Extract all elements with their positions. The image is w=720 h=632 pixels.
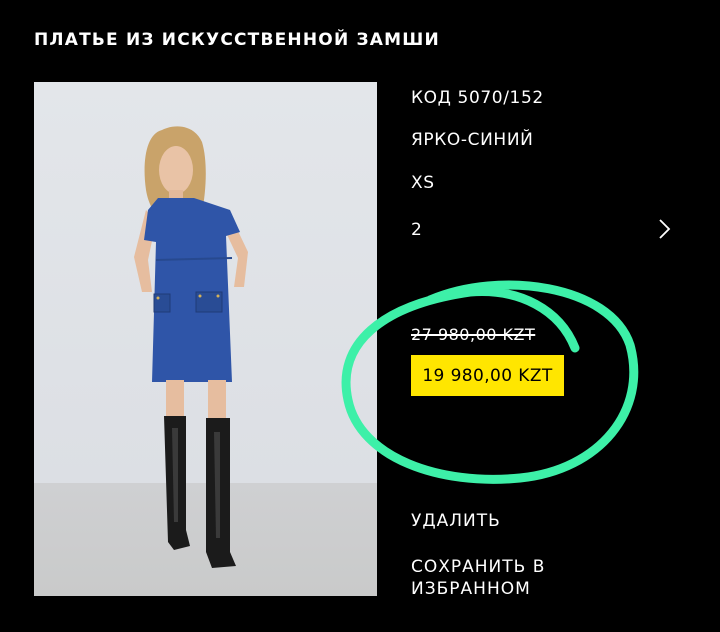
product-image[interactable] bbox=[34, 82, 377, 596]
save-to-favorites-button[interactable]: СОХРАНИТЬ В ИЗБРАННОМ bbox=[411, 556, 545, 600]
sale-price-badge: 19 980,00 KZT bbox=[411, 355, 564, 396]
product-size[interactable]: XS bbox=[411, 173, 435, 193]
delete-button[interactable]: УДАЛИТЬ bbox=[411, 511, 501, 531]
model-figure bbox=[134, 126, 248, 568]
product-quantity[interactable]: 2 bbox=[411, 220, 422, 240]
save-label-line2: ИЗБРАННОМ bbox=[411, 579, 531, 599]
chevron-right-icon[interactable] bbox=[655, 218, 673, 240]
save-label-line1: СОХРАНИТЬ В bbox=[411, 557, 546, 577]
sale-price: 19 980,00 KZT bbox=[422, 365, 553, 386]
product-code: КОД 5070/152 bbox=[411, 88, 544, 108]
product-title: ПЛАТЬЕ ИЗ ИСКУССТВЕННОЙ ЗАМШИ bbox=[34, 30, 440, 50]
product-color: ЯРКО-СИНИЙ bbox=[411, 130, 534, 150]
old-price: 27 980,00 KZT bbox=[411, 325, 536, 344]
